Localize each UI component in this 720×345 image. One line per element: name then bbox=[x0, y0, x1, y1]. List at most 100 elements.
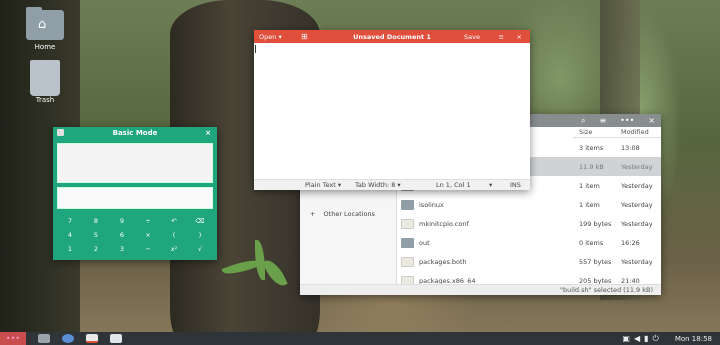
calc-key[interactable]: 4 bbox=[57, 231, 83, 240]
file-size: 1 item bbox=[579, 200, 600, 209]
tab-width-selector[interactable]: Tab Width: 8 ▾ bbox=[355, 180, 401, 190]
calculator-input-display[interactable] bbox=[57, 187, 213, 209]
calculator-window: Basic Mode × 7 8 9 ÷ ↶ ⌫ 4 5 6 × ( ) 1 2… bbox=[53, 127, 217, 260]
language-selector[interactable]: Plain Text ▾ bbox=[305, 180, 341, 190]
editor-text-area[interactable] bbox=[254, 43, 530, 179]
folder-icon bbox=[401, 237, 414, 248]
calc-key[interactable]: . bbox=[83, 259, 109, 260]
text-cursor bbox=[255, 45, 256, 53]
editor-status-bar: Plain Text ▾ Tab Width: 8 ▾ Ln 1, Col 1 … bbox=[254, 179, 530, 190]
calc-key[interactable]: 1 bbox=[57, 245, 83, 254]
calc-key[interactable]: √ bbox=[187, 245, 213, 254]
browser-taskbar-icon[interactable] bbox=[62, 334, 74, 343]
calc-key[interactable]: + bbox=[135, 259, 161, 260]
calculator-title: Basic Mode bbox=[112, 129, 158, 137]
insert-mode: INS bbox=[510, 181, 521, 189]
file-modified: Yesterday bbox=[621, 257, 653, 266]
file-size: 1 item bbox=[579, 181, 600, 190]
sidebar-item-label: Other Locations bbox=[323, 210, 375, 218]
tray-icons: ▣◀▮⏻ bbox=[622, 334, 662, 344]
file-name: mkinitcpio.conf bbox=[419, 219, 469, 228]
calc-key[interactable]: x² bbox=[161, 245, 187, 254]
calc-key[interactable]: 5 bbox=[83, 231, 109, 240]
menu-icon[interactable]: ≡ bbox=[499, 33, 504, 41]
home-folder-icon: ⌂ bbox=[26, 7, 64, 40]
calc-key[interactable]: × bbox=[135, 231, 161, 240]
column-header-modified[interactable]: Modified bbox=[621, 127, 649, 138]
calc-key[interactable]: ( bbox=[161, 231, 187, 240]
editor-headerbar: Open ▾ ⊞ Unsaved Document 1 Save ≡ × bbox=[254, 30, 530, 43]
clock[interactable]: Mon 18:58 bbox=[675, 335, 712, 343]
cursor-position[interactable]: Ln 1, Col 1 bbox=[436, 180, 471, 190]
file-modified: Yesterday bbox=[621, 162, 653, 171]
search-icon[interactable]: ⌕ bbox=[581, 116, 585, 126]
calc-key[interactable]: 9 bbox=[109, 217, 135, 226]
desktop-icon-label: Home bbox=[34, 43, 56, 51]
calc-key[interactable]: 3 bbox=[109, 245, 135, 254]
desktop-icon-trash[interactable]: Trash bbox=[20, 60, 70, 104]
calc-key[interactable]: 8 bbox=[83, 217, 109, 226]
calc-key[interactable]: % bbox=[109, 259, 135, 260]
file-manager-taskbar-icon[interactable] bbox=[38, 334, 50, 343]
close-icon[interactable]: × bbox=[517, 33, 522, 41]
calc-key-undo[interactable]: ↶ bbox=[161, 217, 187, 226]
text-editor-taskbar-icon[interactable] bbox=[86, 334, 98, 343]
calc-key[interactable]: ) bbox=[187, 231, 213, 240]
menu-icon[interactable]: ≡ bbox=[599, 116, 606, 125]
table-row[interactable]: packages.both 557 bytes Yesterday bbox=[397, 252, 661, 271]
calc-key-backspace[interactable]: ⌫ bbox=[187, 217, 213, 226]
close-icon[interactable]: × bbox=[648, 116, 655, 125]
calculator-taskbar-icon[interactable] bbox=[110, 334, 122, 343]
file-icon bbox=[401, 218, 414, 229]
chevron-down-icon[interactable]: ▾ bbox=[489, 180, 492, 190]
more-icon[interactable]: ••• bbox=[620, 116, 634, 125]
column-header-size[interactable]: Size bbox=[579, 127, 592, 138]
table-row[interactable]: out 0 items 16:26 bbox=[397, 233, 661, 252]
table-row[interactable]: isolinux 1 item Yesterday bbox=[397, 195, 661, 214]
file-modified: 13:08 bbox=[621, 143, 640, 152]
calculator-titlebar: Basic Mode × bbox=[53, 127, 217, 139]
battery-icon[interactable]: ▮ bbox=[644, 334, 652, 343]
calc-key[interactable]: − bbox=[135, 245, 161, 254]
plus-icon: + bbox=[310, 210, 316, 218]
table-row[interactable]: mkinitcpio.conf 199 bytes Yesterday bbox=[397, 214, 661, 233]
tab-width-label: Tab Width: 8 bbox=[355, 181, 396, 189]
calc-key[interactable]: ÷ bbox=[135, 217, 161, 226]
editor-title: Unsaved Document 1 bbox=[353, 32, 431, 41]
language-label: Plain Text bbox=[305, 181, 336, 189]
file-size: 557 bytes bbox=[579, 257, 612, 266]
trash-icon bbox=[30, 60, 60, 96]
file-modified: Yesterday bbox=[621, 219, 653, 228]
calc-key[interactable]: 0 bbox=[57, 259, 83, 260]
calc-key[interactable] bbox=[187, 259, 213, 260]
calc-key[interactable]: 7 bbox=[57, 217, 83, 226]
file-size: 3 items bbox=[579, 143, 604, 152]
calculator-body: 7 8 9 ÷ ↶ ⌫ 4 5 6 × ( ) 1 2 3 − x² √ 0 .… bbox=[53, 139, 217, 260]
calc-key[interactable]: 6 bbox=[109, 231, 135, 240]
app-menu-button[interactable]: ••• bbox=[0, 332, 26, 345]
calc-key[interactable]: = bbox=[161, 259, 187, 260]
file-modified: Yesterday bbox=[621, 181, 653, 190]
file-name: out bbox=[419, 238, 430, 247]
sidebar-item-other-locations[interactable]: + Other Locations bbox=[310, 210, 375, 218]
calc-key[interactable]: 2 bbox=[83, 245, 109, 254]
save-button[interactable]: Save bbox=[464, 33, 480, 41]
calculator-history-display bbox=[57, 143, 213, 183]
column-headers: Size Modified bbox=[573, 127, 661, 138]
calculator-keypad: 7 8 9 ÷ ↶ ⌫ 4 5 6 × ( ) 1 2 3 − x² √ 0 .… bbox=[57, 217, 213, 260]
power-icon[interactable]: ⏻ bbox=[653, 334, 663, 343]
close-icon[interactable]: × bbox=[205, 129, 211, 137]
file-modified: 16:26 bbox=[621, 238, 640, 247]
folder-icon bbox=[401, 199, 414, 210]
cursor-position-label: Ln 1, Col 1 bbox=[436, 181, 471, 189]
file-icon bbox=[401, 256, 414, 267]
wifi-icon[interactable]: ▣ bbox=[622, 334, 634, 343]
file-size: 11.9 kB bbox=[579, 162, 604, 171]
file-modified: Yesterday bbox=[621, 200, 653, 209]
status-bar: "build.sh" selected (11.9 kB) bbox=[300, 284, 661, 295]
desktop-icon-home[interactable]: ⌂ Home bbox=[20, 7, 70, 51]
calculator-app-icon bbox=[57, 129, 64, 136]
bottom-panel: ••• ▣◀▮⏻ Mon 18:58 bbox=[0, 332, 720, 345]
volume-icon[interactable]: ◀ bbox=[634, 334, 644, 343]
file-size: 199 bytes bbox=[579, 219, 612, 228]
